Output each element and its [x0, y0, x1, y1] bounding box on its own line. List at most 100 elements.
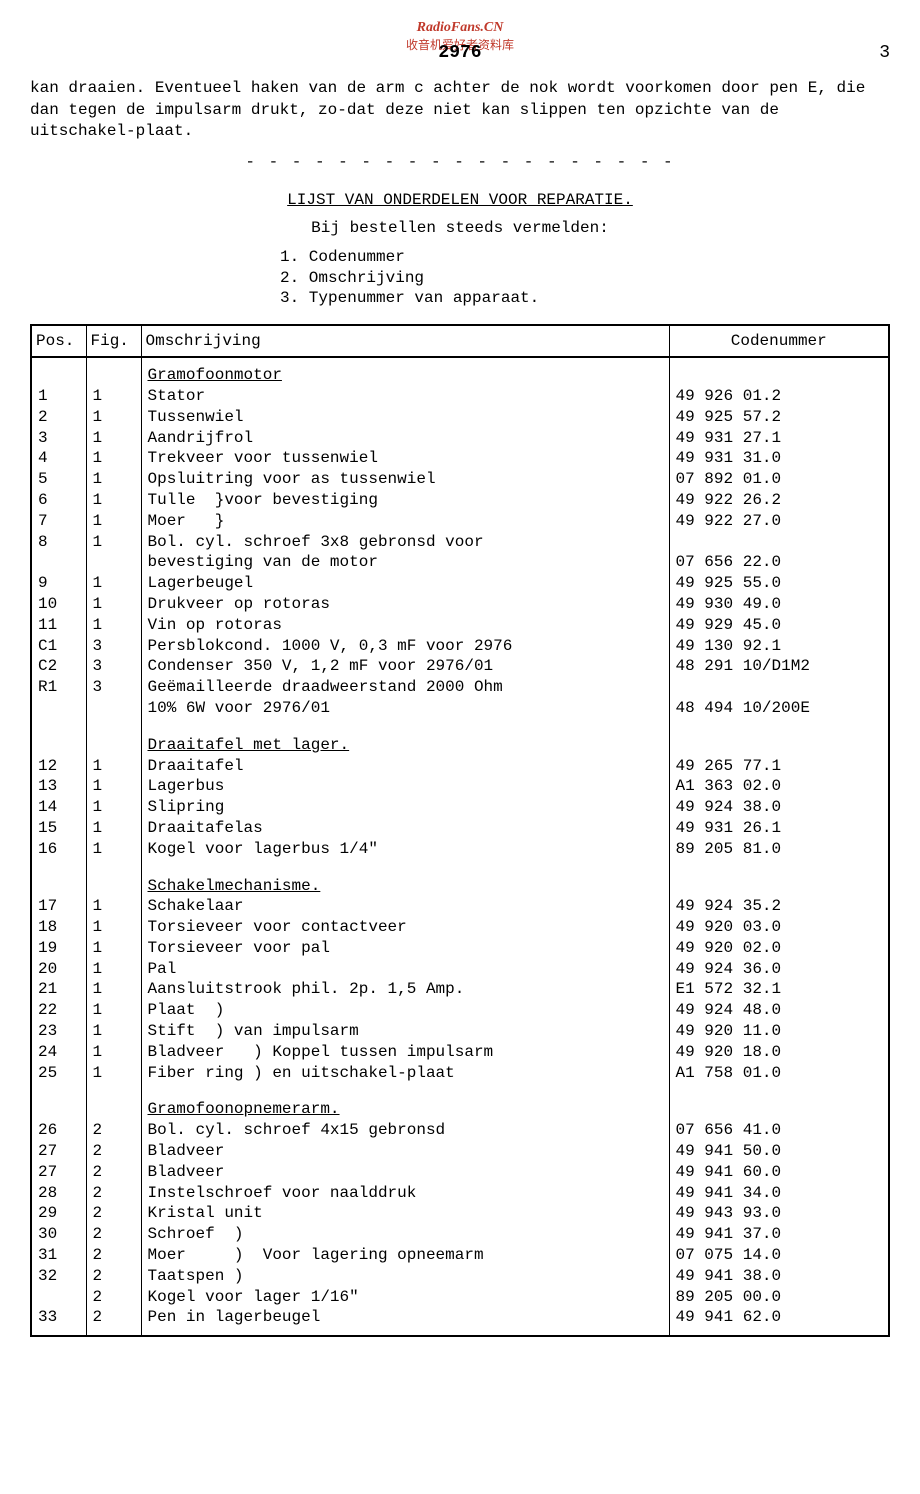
cell-desc: Drukveer op rotoras — [141, 594, 669, 615]
cell-fig: 2 — [86, 1245, 141, 1266]
table-row: 272Bladveer49 941 60.0 — [31, 1162, 889, 1183]
cell-desc: Schroef ) — [141, 1224, 669, 1245]
table-row: 251Fiber ring ) en uitschakel-plaatA1 75… — [31, 1063, 889, 1084]
cell-pos: 23 — [31, 1021, 86, 1042]
cell-code: 49 924 36.0 — [669, 959, 889, 980]
ordering-instructions: Bij bestellen steeds vermelden: — [30, 219, 890, 237]
ordering-list: 1. Codenummer 2. Omschrijving 3. Typenum… — [280, 247, 890, 309]
cell-desc: Schakelaar — [141, 896, 669, 917]
section-title-cell: Gramofoonopnemerarm. — [141, 1099, 669, 1120]
cell-code: 49 931 31.0 — [669, 448, 889, 469]
cell-pos — [31, 1287, 86, 1308]
table-row: 221Plaat )49 924 48.0 — [31, 1000, 889, 1021]
table-spacer — [31, 1083, 889, 1091]
cell-pos: 29 — [31, 1203, 86, 1224]
table-row: 272Bladveer49 941 50.0 — [31, 1141, 889, 1162]
table-spacer — [31, 868, 889, 876]
table-row: 51Opsluitring voor as tussenwiel07 892 0… — [31, 469, 889, 490]
cell-fig: 2 — [86, 1183, 141, 1204]
cell-desc: Stift ) van impulsarm — [141, 1021, 669, 1042]
cell-code: 49 930 49.0 — [669, 594, 889, 615]
table-row: 11Stator49 926 01.2 — [31, 386, 889, 407]
table-row: 241Bladveer ) Koppel tussen impulsarm49 … — [31, 1042, 889, 1063]
cell-code: 49 130 92.1 — [669, 636, 889, 657]
cell-pos — [31, 698, 86, 719]
cell-fig: 1 — [86, 1063, 141, 1084]
cell-desc: Moer } — [141, 511, 669, 532]
cell-desc: Slipring — [141, 797, 669, 818]
cell-fig: 1 — [86, 490, 141, 511]
cell-code: 48 494 10/200E — [669, 698, 889, 719]
cell-desc: Geëmailleerde draadweerstand 2000 Ohm — [141, 677, 669, 698]
cell-code: 49 922 26.2 — [669, 490, 889, 511]
cell-code: 49 925 57.2 — [669, 407, 889, 428]
cell-fig: 1 — [86, 818, 141, 839]
cell-fig: 2 — [86, 1266, 141, 1287]
cell-fig: 1 — [86, 979, 141, 1000]
cell-code: 49 931 27.1 — [669, 428, 889, 449]
cell-pos: 11 — [31, 615, 86, 636]
cell-fig: 3 — [86, 636, 141, 657]
cell-pos: 15 — [31, 818, 86, 839]
cell-code: 49 941 62.0 — [669, 1307, 889, 1328]
table-row: 211Aansluitstrook phil. 2p. 1,5 Amp.E1 5… — [31, 979, 889, 1000]
cell-desc: Moer ) Voor lagering opneemarm — [141, 1245, 669, 1266]
col-header-fig: Fig. — [86, 325, 141, 357]
table-row: 312Moer ) Voor lagering opneemarm07 075 … — [31, 1245, 889, 1266]
cell-fig: 2 — [86, 1224, 141, 1245]
cell-pos: 31 — [31, 1245, 86, 1266]
cell-code: 07 656 22.0 — [669, 552, 889, 573]
intro-paragraph: kan draaien. Eventueel haken van de arm … — [30, 78, 890, 143]
cell-desc: Bol. cyl. schroef 4x15 gebronsd — [141, 1120, 669, 1141]
cell-pos: 24 — [31, 1042, 86, 1063]
cell-pos: 7 — [31, 511, 86, 532]
cell-pos: 17 — [31, 896, 86, 917]
cell-pos: 12 — [31, 756, 86, 777]
parts-table: Pos. Fig. Omschrijving Codenummer Gramof… — [30, 324, 890, 1337]
table-row: 282Instelschroef voor naalddruk49 941 34… — [31, 1183, 889, 1204]
table-row: 171Schakelaar49 924 35.2 — [31, 896, 889, 917]
table-spacer — [31, 357, 889, 365]
cell-fig: 3 — [86, 656, 141, 677]
cell-pos: 14 — [31, 797, 86, 818]
cell-fig: 2 — [86, 1141, 141, 1162]
cell-pos: C2 — [31, 656, 86, 677]
section-title-cell: Schakelmechanisme. — [141, 876, 669, 897]
cell-code: 49 920 03.0 — [669, 917, 889, 938]
cell-desc: Aansluitstrook phil. 2p. 1,5 Amp. — [141, 979, 669, 1000]
cell-desc: Pen in lagerbeugel — [141, 1307, 669, 1328]
cell-pos: 6 — [31, 490, 86, 511]
table-row: C23Condenser 350 V, 1,2 mF voor 2976/014… — [31, 656, 889, 677]
cell-code: A1 758 01.0 — [669, 1063, 889, 1084]
table-row: 181Torsieveer voor contactveer49 920 03.… — [31, 917, 889, 938]
table-section-header: Gramofoonmotor — [31, 365, 889, 386]
section-title-cell: Draaitafel met lager. — [141, 735, 669, 756]
cell-desc: Kogel voor lagerbus 1/4" — [141, 839, 669, 860]
cell-desc: Pal — [141, 959, 669, 980]
table-spacer — [31, 860, 889, 868]
cell-code: 49 922 27.0 — [669, 511, 889, 532]
cell-fig: 1 — [86, 407, 141, 428]
cell-desc: Torsieveer voor contactveer — [141, 917, 669, 938]
table-row: 31Aandrijfrol49 931 27.1 — [31, 428, 889, 449]
table-section-header: Draaitafel met lager. — [31, 735, 889, 756]
cell-desc: Instelschroef voor naalddruk — [141, 1183, 669, 1204]
table-row: 121Draaitafel49 265 77.1 — [31, 756, 889, 777]
cell-pos: 9 — [31, 573, 86, 594]
cell-code: 49 924 35.2 — [669, 896, 889, 917]
cell-desc: Persblokcond. 1000 V, 0,3 mF voor 2976 — [141, 636, 669, 657]
cell-fig: 1 — [86, 448, 141, 469]
cell-fig: 1 — [86, 532, 141, 553]
cell-pos: C1 — [31, 636, 86, 657]
cell-fig: 1 — [86, 756, 141, 777]
cell-fig: 1 — [86, 917, 141, 938]
cell-desc: Draaitafel — [141, 756, 669, 777]
cell-fig: 1 — [86, 839, 141, 860]
cell-desc: Bladveer — [141, 1162, 669, 1183]
cell-fig: 2 — [86, 1162, 141, 1183]
table-header-row: Pos. Fig. Omschrijving Codenummer — [31, 325, 889, 357]
cell-fig — [86, 552, 141, 573]
cell-code: 49 265 77.1 — [669, 756, 889, 777]
cell-desc: Tussenwiel — [141, 407, 669, 428]
table-row: 111Vin op rotoras49 929 45.0 — [31, 615, 889, 636]
